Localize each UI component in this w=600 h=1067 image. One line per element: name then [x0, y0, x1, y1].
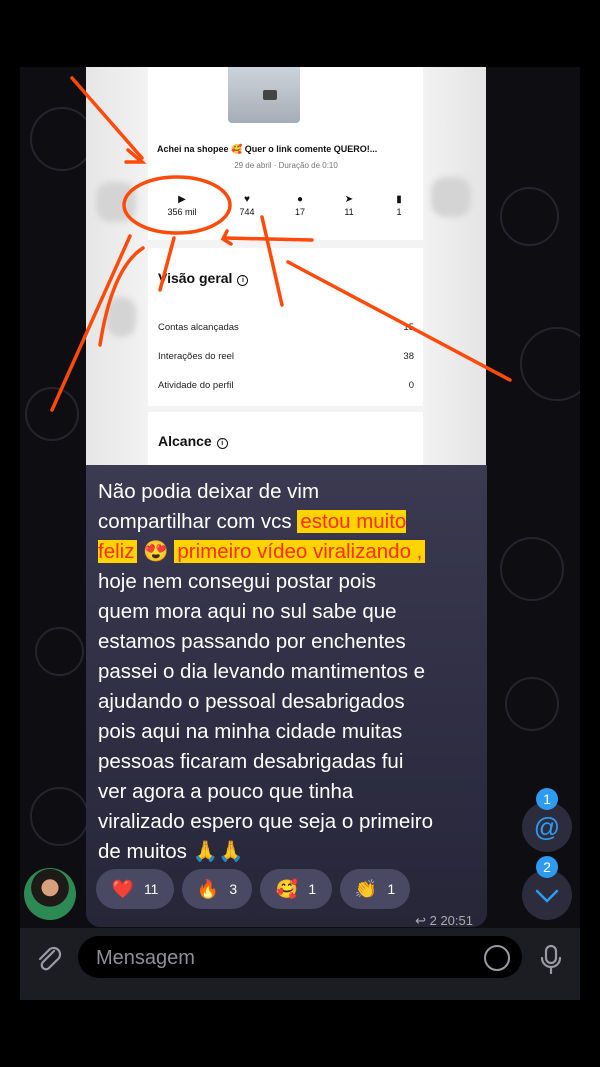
heart-icon: ♥ — [244, 194, 250, 205]
metric-likes: ♥ 744 — [222, 194, 272, 217]
row-label-accounts: Contas alcançadas — [158, 322, 239, 333]
unread-count-badge: 2 — [536, 856, 558, 878]
post-date: 29 de abril · Duração de 0:10 — [234, 161, 338, 170]
message-meta: ↩ 2 20:51 — [415, 913, 473, 928]
composer — [20, 928, 580, 1000]
microphone-icon[interactable] — [534, 942, 568, 976]
at-icon: @ — [533, 812, 561, 842]
reaction-heart[interactable]: ❤️ 11 — [96, 869, 174, 909]
blurred-left — [86, 67, 146, 465]
metric-plays: ▶ 356 mil — [157, 194, 207, 217]
reaction-fire[interactable]: 🔥 3 — [182, 869, 252, 909]
comment-icon: ● — [296, 194, 304, 205]
paperclip-icon[interactable] — [32, 942, 66, 976]
avatar[interactable] — [24, 868, 76, 920]
info-icon[interactable]: i — [237, 275, 249, 286]
overview-title: Visão geral i — [158, 270, 249, 286]
message-field — [78, 936, 522, 980]
metric-saves: ▮ 1 — [374, 194, 424, 217]
insights-screenshot: Achei na shopee 🥰 Quer o link comente QU… — [86, 67, 486, 465]
row-value-accounts: 15 — [403, 322, 414, 333]
row-label-interactions: Interações do reel — [158, 351, 235, 362]
mention-count-badge: 1 — [536, 788, 558, 810]
highlight-viral: primeiro vídeo viralizando , — [174, 540, 426, 563]
sticker-icon[interactable] — [484, 945, 510, 971]
metric-shares: ➤ 11 — [324, 194, 374, 217]
message-bubble[interactable]: Não podia deixar de vim compartilhar com… — [86, 465, 487, 928]
blurred-thumbnail — [106, 297, 136, 337]
thumbnail-badge — [263, 90, 277, 100]
row-label-profile-activity: Atividade do perfil — [158, 380, 234, 391]
bookmark-icon: ▮ — [396, 194, 402, 205]
reach-title: Alcance i — [158, 433, 228, 449]
message-input[interactable] — [94, 936, 458, 980]
blurred-right — [424, 67, 486, 465]
message-text: Não podia deixar de vim compartilhar com… — [98, 480, 434, 863]
metric-comments: ● 17 — [275, 194, 325, 217]
blurred-thumbnail — [431, 177, 471, 217]
reaction-smiling-hearts[interactable]: 🥰 1 — [260, 869, 332, 909]
play-icon: ▶ — [178, 194, 186, 205]
row-value-profile-activity: 0 — [408, 380, 414, 391]
info-icon[interactable]: i — [216, 438, 228, 449]
row-value-interactions: 38 — [403, 351, 414, 362]
send-icon: ➤ — [344, 194, 354, 205]
blurred-thumbnail — [96, 182, 136, 222]
post-title: Achei na shopee 🥰 Quer o link comente QU… — [157, 144, 378, 154]
reaction-clap[interactable]: 👏 1 — [340, 869, 410, 909]
